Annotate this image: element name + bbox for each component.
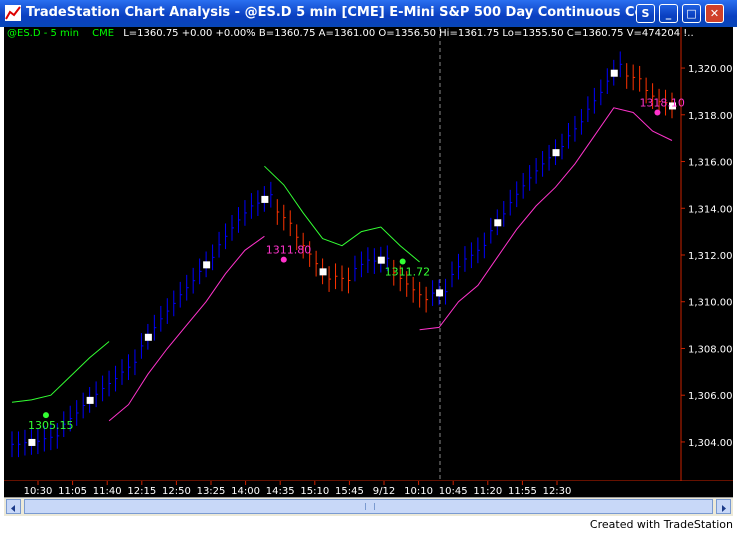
signal-marker (144, 333, 152, 341)
price-tick-label: 1,316.00 (688, 158, 733, 169)
minimize-button[interactable]: _ (659, 4, 678, 23)
arrow-left-icon (11, 505, 15, 512)
footer-credit: Created with TradeStation (589, 518, 733, 531)
signal-marker (261, 195, 269, 203)
stop-label: 1311.80 (266, 244, 312, 257)
stop-label: 1318.10 (639, 96, 685, 109)
window-title: TradeStation Chart Analysis - @ES.D 5 mi… (26, 5, 636, 20)
time-tick-label: 12:50 (162, 486, 191, 497)
exchange-label: CME (92, 28, 115, 39)
time-tick-label: 15:45 (335, 486, 364, 497)
time-tick-label: 13:25 (197, 486, 226, 497)
price-tick-label: 1,310.00 (688, 298, 733, 309)
arrow-right-icon (722, 505, 726, 512)
scroll-track[interactable] (24, 499, 713, 514)
price-tick-label: 1,320.00 (688, 64, 733, 75)
signal-marker (377, 256, 385, 264)
stop-label: 1305.15 (28, 419, 74, 432)
close-button[interactable]: ✕ (705, 4, 724, 23)
maximize-button[interactable]: □ (682, 4, 701, 23)
horizontal-scrollbar[interactable] (4, 497, 733, 516)
signal-marker (552, 149, 560, 157)
scroll-grip-icon (365, 503, 375, 510)
app-icon (5, 5, 21, 21)
time-tick-label: 10:45 (439, 486, 468, 497)
price-bars (11, 51, 676, 458)
time-tick-label: 12:30 (543, 486, 572, 497)
signal-marker (494, 219, 502, 227)
signal-marker (319, 268, 327, 276)
time-tick-label: 11:05 (58, 486, 87, 497)
signal-marker (610, 69, 618, 77)
symbol-label: @ES.D - 5 min (7, 28, 79, 39)
signal-marker (86, 396, 94, 404)
time-tick-label: 14:35 (266, 486, 295, 497)
signal-marker (436, 289, 444, 297)
info-line: @ES.D - 5 min CME L=1360.75 +0.00 +0.00%… (7, 28, 694, 39)
time-tick-label: 11:55 (508, 486, 537, 497)
time-tick-label: 11:20 (473, 486, 502, 497)
time-tick-label: 10:30 (24, 486, 53, 497)
price-axis: 1,304.00 1,306.00 1,308.00 1,310.00 1,312.00… (681, 64, 733, 449)
trailing-stop-line (11, 107, 673, 422)
time-tick-label: 11:40 (93, 486, 122, 497)
time-tick-label: 9/12 (373, 486, 395, 497)
stop-point (654, 109, 661, 116)
signal-marker (203, 261, 211, 269)
price-tick-label: 1,314.00 (688, 204, 733, 215)
stop-line-segment (108, 235, 265, 422)
scroll-right-button[interactable] (716, 499, 731, 514)
stop-point (280, 256, 287, 263)
price-tick-label: 1,308.00 (688, 344, 733, 355)
scroll-left-button[interactable] (6, 499, 21, 514)
stop-label: 1311.72 (385, 266, 431, 279)
stop-point (399, 258, 406, 265)
time-tick-label: 14:00 (231, 486, 260, 497)
time-tick-label: 10:10 (404, 486, 433, 497)
time-tick-label: 12:15 (127, 486, 156, 497)
price-tick-label: 1,304.00 (688, 438, 733, 449)
scroll-thumb[interactable] (24, 499, 713, 514)
restore-down-button[interactable]: S (636, 4, 655, 23)
time-tick-label: 15:10 (300, 486, 329, 497)
price-tick-label: 1,306.00 (688, 391, 733, 402)
stop-point (42, 412, 49, 419)
price-chart[interactable]: 1,304.00 1,306.00 1,308.00 1,310.00 1,312.00… (4, 27, 733, 497)
stop-line-segment (11, 341, 110, 403)
price-tick-label: 1,318.00 (688, 111, 733, 122)
title-bar: TradeStation Chart Analysis - @ES.D 5 mi… (0, 0, 737, 27)
signal-marker (28, 438, 36, 446)
price-tick-label: 1,312.00 (688, 251, 733, 262)
quote-values: L=1360.75 +0.00 +0.00% B=1360.75 A=1361.… (123, 28, 694, 39)
stop-line-segment (419, 107, 673, 331)
